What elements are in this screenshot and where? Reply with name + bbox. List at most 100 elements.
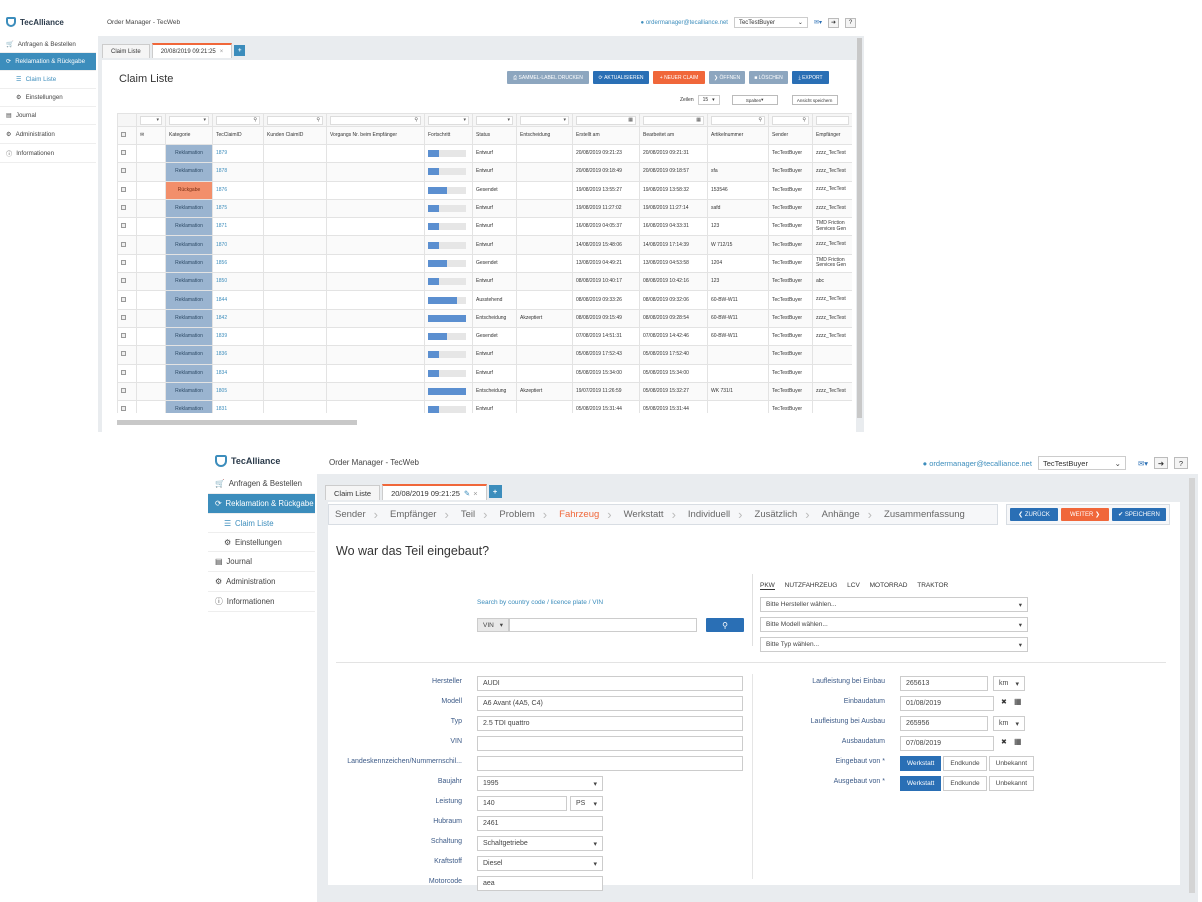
row-checkbox[interactable]: [117, 381, 137, 402]
table-row[interactable]: Rückgabe 1876 Gesendet 19/08/2019 13:55:27 1…: [117, 180, 852, 200]
baujahr-input[interactable]: 1995 ▾: [477, 776, 603, 791]
select-all-checkbox[interactable]: [117, 126, 137, 145]
table-row[interactable]: Reklamation 1875 Entwurf 19/08/2019 11:27:0…: [117, 198, 852, 219]
vin-input[interactable]: [477, 736, 743, 751]
col-entscheidung[interactable]: Entscheidung: [516, 126, 573, 145]
step-8[interactable]: Anhänge ›: [816, 507, 878, 522]
claim-id-link[interactable]: 1844: [212, 290, 264, 310]
option-werkstatt[interactable]: Werkstatt: [900, 756, 942, 771]
einbaudatum-input[interactable]: 01/08/2019: [900, 696, 994, 711]
search-type-select[interactable]: VIN ▾: [477, 618, 509, 632]
vertical-scrollbar[interactable]: [857, 38, 862, 418]
claim-id-link[interactable]: 1870: [212, 235, 264, 255]
table-row[interactable]: Reklamation 1831 Entwurf 05/08/2019 15:31:4…: [117, 400, 852, 413]
claim-id-link[interactable]: 1836: [212, 345, 264, 365]
sidebar-item-einstellungen[interactable]: ⚙ Einstellungen: [0, 89, 96, 107]
filter-vorgang[interactable]: ⚲: [330, 115, 421, 125]
claim-id-link[interactable]: 1871: [212, 217, 264, 237]
new-claim-button[interactable]: + NEUER CLAIM: [653, 71, 705, 84]
tab-nutzfahrzeug[interactable]: NUTZFAHRZEUG: [785, 582, 838, 589]
logout-icon[interactable]: ➜: [828, 17, 839, 28]
step-6[interactable]: Individuell ›: [682, 507, 749, 522]
calendar-icon[interactable]: ▦: [1014, 737, 1022, 746]
sidebar-item-reklamation[interactable]: ⟳ Reklamation & Rückgabe: [0, 53, 96, 71]
add-tab-button[interactable]: +: [488, 485, 502, 498]
clear-icon[interactable]: ✖: [1001, 698, 1007, 706]
refresh-button[interactable]: ⟳ AKTUALISIEREN: [593, 71, 649, 84]
filter-fortschritt[interactable]: ▾: [428, 115, 469, 125]
option-endkunde[interactable]: Endkunde: [943, 756, 987, 771]
table-row[interactable]: Reklamation 1805 Entscheidung Akzeptiert 19/…: [117, 381, 852, 402]
search-button[interactable]: ⚲: [706, 618, 744, 632]
tab-traktor[interactable]: TRAKTOR: [917, 582, 948, 589]
filter-kunden-id[interactable]: ⚲: [267, 115, 323, 125]
hubraum-input[interactable]: 2461: [477, 816, 603, 831]
calendar-icon[interactable]: ▦: [1014, 697, 1022, 706]
export-button[interactable]: ⤓ EXPORT: [792, 71, 829, 84]
row-checkbox[interactable]: [117, 400, 137, 413]
save-view-button[interactable]: Ansicht speichern: [791, 95, 838, 105]
sidebar-item-informationen[interactable]: ⓘ Informationen: [208, 592, 315, 612]
modell-input[interactable]: A6 Avant (4A5, C4): [477, 696, 743, 711]
hersteller-input[interactable]: AUDI: [477, 676, 743, 691]
table-row[interactable]: Reklamation 1878 Entwurf 20/08/2019 09:18:4…: [117, 162, 852, 182]
row-checkbox[interactable]: [117, 326, 137, 347]
claim-id-link[interactable]: 1850: [212, 272, 264, 292]
vin-search-input[interactable]: [509, 618, 697, 632]
claim-id-link[interactable]: 1856: [212, 253, 264, 274]
col-erstellt[interactable]: Erstellt am: [572, 126, 640, 145]
kraftstoff-input[interactable]: Diesel ▾: [477, 856, 603, 871]
lf_ausbau-input[interactable]: 265956: [900, 716, 988, 731]
back-button[interactable]: ❮ ZURÜCK: [1010, 508, 1058, 521]
col-artikel[interactable]: Artikelnummer: [707, 126, 769, 145]
row-checkbox[interactable]: [117, 253, 137, 274]
close-icon[interactable]: ×: [473, 489, 477, 498]
columns-button[interactable]: Spalten ▾: [731, 95, 778, 105]
option-unbekannt[interactable]: Unbekannt: [988, 756, 1035, 771]
step-4[interactable]: Fahrzeug ›: [553, 507, 617, 522]
row-checkbox[interactable]: [117, 217, 137, 237]
step-2[interactable]: Teil ›: [455, 507, 494, 522]
clear-icon[interactable]: ✖: [1001, 738, 1007, 746]
table-row[interactable]: Reklamation 1842 Entscheidung Akzeptiert 08/…: [117, 308, 852, 328]
step-7[interactable]: Zusätzlich ›: [749, 507, 816, 522]
add-tab-button[interactable]: +: [234, 45, 246, 56]
claim-id-link[interactable]: 1831: [212, 400, 264, 413]
sidebar-item-journal[interactable]: ▤ Journal: [208, 552, 315, 572]
table-row[interactable]: Reklamation 1850 Entwurf 08/08/2019 10:40:1…: [117, 272, 852, 292]
horizontal-scrollbar[interactable]: [117, 420, 357, 425]
col-status[interactable]: Status: [472, 126, 517, 145]
col-empfaenger[interactable]: Empfänger: [812, 126, 852, 145]
option-unbekannt[interactable]: Unbekannt: [988, 776, 1035, 791]
buyer-select[interactable]: TecTestBuyer ⌄: [733, 17, 808, 28]
sidebar-item-claim-liste[interactable]: ☰ Claim Liste: [0, 71, 96, 89]
sidebar-item-administration[interactable]: ⚙ Administration: [208, 572, 315, 592]
table-row[interactable]: Reklamation 1879 Entwurf 20/08/2019 09:21:2…: [117, 143, 852, 164]
lf_einbau-input[interactable]: 265613: [900, 676, 988, 691]
option-werkstatt[interactable]: Werkstatt: [900, 776, 942, 791]
step-0[interactable]: Sender ›: [329, 507, 384, 522]
filter-entscheidung[interactable]: ▾: [520, 115, 569, 125]
filter-bearbeitet[interactable]: ▦: [643, 115, 704, 125]
typ-input[interactable]: 2.5 TDI quattro: [477, 716, 743, 731]
tab-claim-detail[interactable]: 20/08/2019 09:21:25 ✎ ×: [382, 484, 487, 500]
filter-artikel[interactable]: ⚲: [711, 115, 765, 125]
filter-empf[interactable]: [816, 115, 849, 125]
claim-id-link[interactable]: 1839: [212, 326, 264, 347]
manufacturer-select[interactable]: Bitte Hersteller wählen... ▾: [760, 597, 1028, 612]
filter-dropdown[interactable]: ▾: [140, 115, 162, 125]
filter-erstellt[interactable]: ▦: [576, 115, 636, 125]
step-3[interactable]: Problem ›: [493, 507, 553, 522]
col-tecclaimid[interactable]: TecClaimID: [212, 126, 264, 145]
col-fortschritt[interactable]: Fortschritt: [424, 126, 473, 145]
table-row[interactable]: Reklamation 1871 Entwurf 16/08/2019 04:05:3…: [117, 217, 852, 237]
step-9[interactable]: Zusammenfassung: [878, 509, 971, 520]
logout-icon[interactable]: ➜: [1154, 457, 1168, 469]
schaltung-input[interactable]: Schaltgetriebe ▾: [477, 836, 603, 851]
model-select[interactable]: Bitte Modell wählen... ▾: [760, 617, 1028, 632]
tab-pkw[interactable]: PKW: [760, 582, 775, 590]
type-select[interactable]: Bitte Typ wählen... ▾: [760, 637, 1028, 652]
row-checkbox[interactable]: [117, 363, 137, 383]
sidebar-item-administration[interactable]: ⚙ Administration: [0, 125, 96, 144]
row-checkbox[interactable]: [117, 180, 137, 200]
